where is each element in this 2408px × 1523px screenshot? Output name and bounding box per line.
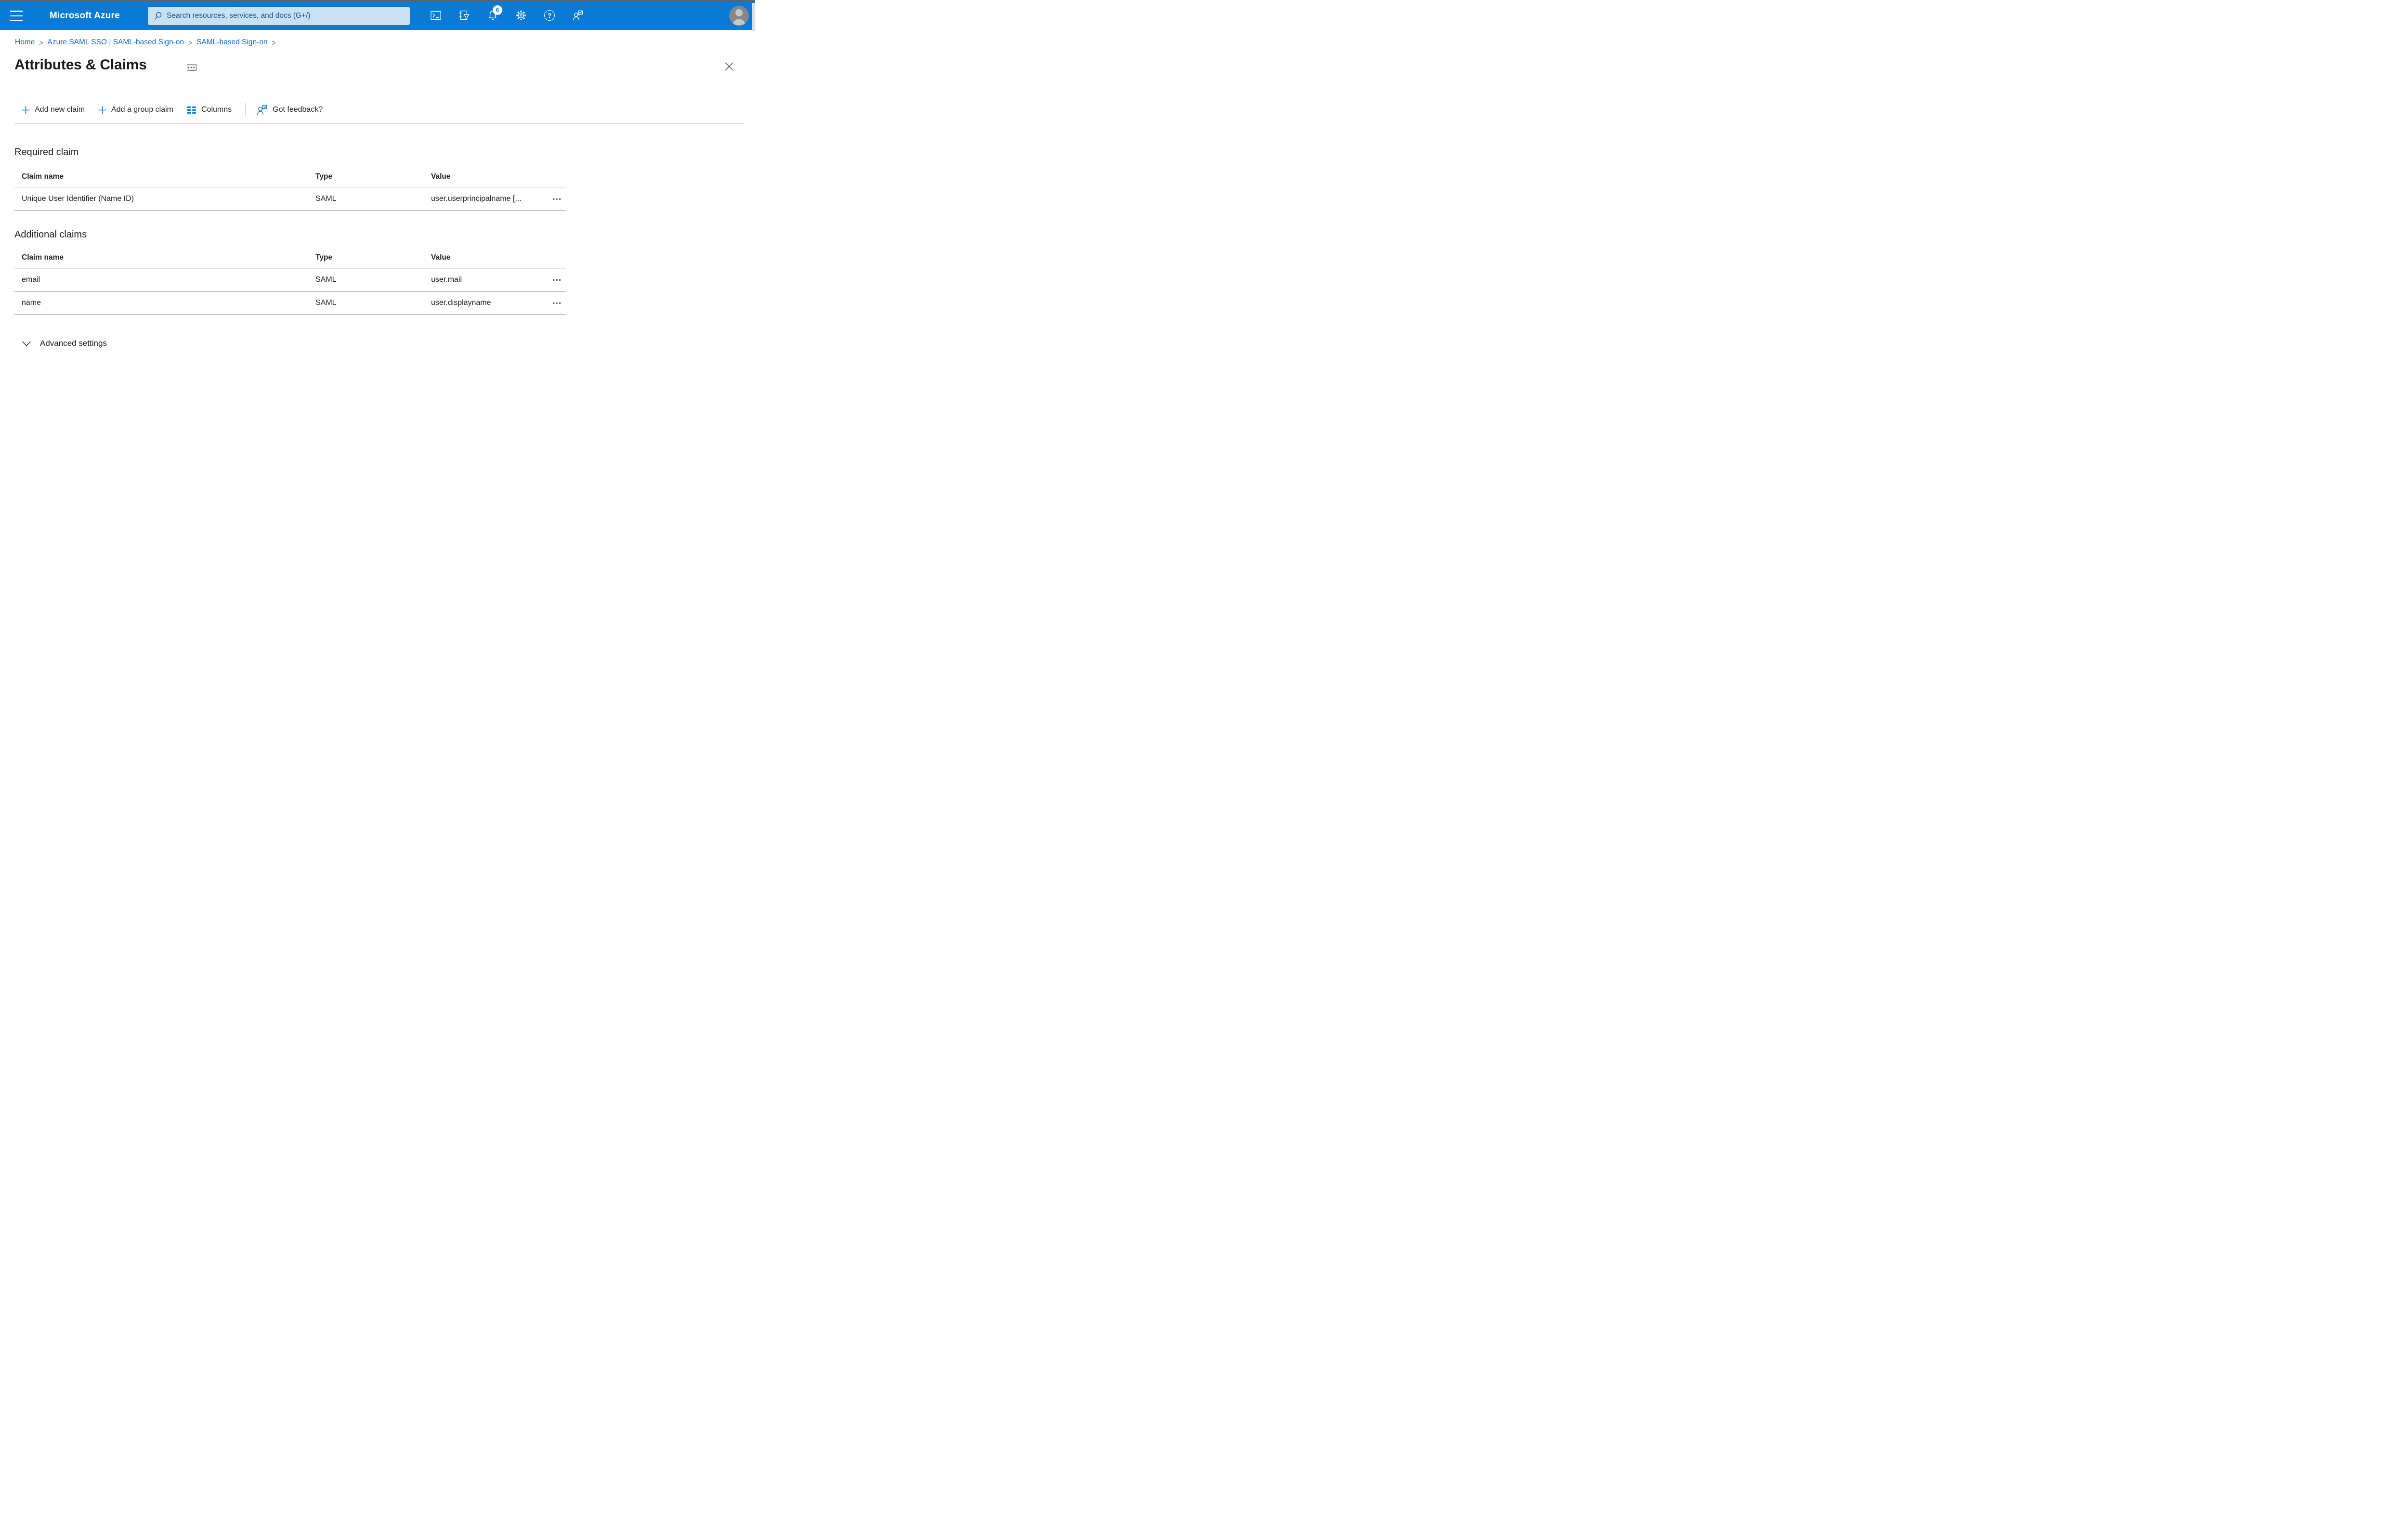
type-cell: SAML [315,195,337,203]
help-glyph: ? [547,12,552,19]
feedback-icon [257,105,267,115]
column-header-claim-name: Claim name [22,253,64,262]
search-icon [155,12,162,20]
breadcrumb-home[interactable]: Home [15,38,35,47]
breadcrumb-sso-app[interactable]: Azure SAML SSO | SAML-based Sign-on [48,38,184,47]
feedback-icon[interactable] [572,10,584,21]
row-more-icon[interactable]: ••• [553,277,562,283]
table-row[interactable]: email SAML user.mail ••• [14,269,566,292]
plus-icon [98,106,106,114]
got-feedback-label: Got feedback? [273,105,323,114]
settings-gear-icon[interactable] [515,10,527,21]
columns-icon [187,106,196,114]
section-heading-required-claim: Required claim [14,147,79,158]
breadcrumb-separator: > [39,38,43,47]
page-title: Attributes & Claims [14,57,147,73]
notifications-bell-icon[interactable]: 6 [487,5,502,21]
table-header-row: Claim name Type Value [14,247,566,269]
row-more-icon[interactable]: ••• [553,301,562,306]
chevron-down-icon [22,341,31,346]
toolbar-rule [14,123,744,124]
search-input[interactable] [167,12,404,20]
command-bar: Add new claim Add a group claim Columns [22,101,323,119]
got-feedback-button[interactable]: Got feedback? [256,104,323,116]
claim-name-cell: name [22,299,41,307]
notification-count-badge: 6 [493,5,502,15]
breadcrumb-separator: > [188,38,193,47]
scrollbar[interactable] [752,3,755,31]
add-new-claim-label: Add new claim [35,105,85,114]
row-more-icon[interactable]: ••• [553,197,562,202]
cloud-shell-icon[interactable] [430,10,442,21]
required-claim-table: Claim name Type Value Unique User Identi… [14,166,566,211]
avatar-shoulders [732,19,746,26]
advanced-settings-label: Advanced settings [40,339,107,348]
column-header-value: Value [431,172,451,181]
add-new-claim-button[interactable]: Add new claim [22,105,85,114]
columns-label: Columns [201,105,232,114]
breadcrumb: Home > Azure SAML SSO | SAML-based Sign-… [15,38,276,47]
advanced-settings-expander[interactable]: Advanced settings [22,339,107,348]
add-group-claim-button[interactable]: Add a group claim [98,105,173,114]
close-icon [725,62,733,71]
brand-logo[interactable]: Microsoft Azure [50,11,120,21]
type-cell: SAML [315,299,337,307]
avatar-head [735,9,743,16]
plus-icon [22,106,30,114]
help-icon[interactable]: ? [544,10,555,21]
global-search[interactable] [148,7,410,25]
title-more-icon[interactable]: ••• [187,64,197,71]
claim-name-cell: Unique User Identifier (Name ID) [22,195,134,203]
table-row[interactable]: name SAML user.displayname ••• [14,292,566,315]
additional-claims-table: Claim name Type Value email SAML user.ma… [14,247,566,315]
value-cell: user.mail [431,276,462,284]
breadcrumb-saml-signon[interactable]: SAML-based Sign-on [196,38,267,47]
section-heading-additional-claims: Additional claims [14,229,87,240]
column-header-type: Type [315,253,333,262]
avatar[interactable] [729,6,749,26]
table-header-row: Claim name Type Value [14,166,566,188]
column-header-claim-name: Claim name [22,172,64,181]
columns-button[interactable]: Columns [187,105,232,114]
type-cell: SAML [315,276,337,284]
value-cell: user.displayname [431,299,491,307]
value-cell: user.userprincipalname [... [431,195,522,203]
azure-portal-screen: Microsoft Azure Search resources, servic… [0,0,755,382]
claim-name-cell: email [22,276,40,284]
column-header-type: Type [315,172,333,181]
hamburger-menu-icon[interactable] [10,10,25,22]
directories-filter-icon[interactable] [458,10,470,21]
breadcrumb-separator: > [272,38,276,47]
add-group-claim-label: Add a group claim [111,105,174,114]
close-blade-button[interactable] [724,62,734,72]
topbar: Microsoft Azure Search resources, servic… [0,1,755,31]
toolbar-divider [245,103,246,117]
topbar-icon-group: 6 ? [430,5,584,21]
table-row[interactable]: Unique User Identifier (Name ID) SAML us… [14,188,566,211]
column-header-value: Value [431,253,451,262]
